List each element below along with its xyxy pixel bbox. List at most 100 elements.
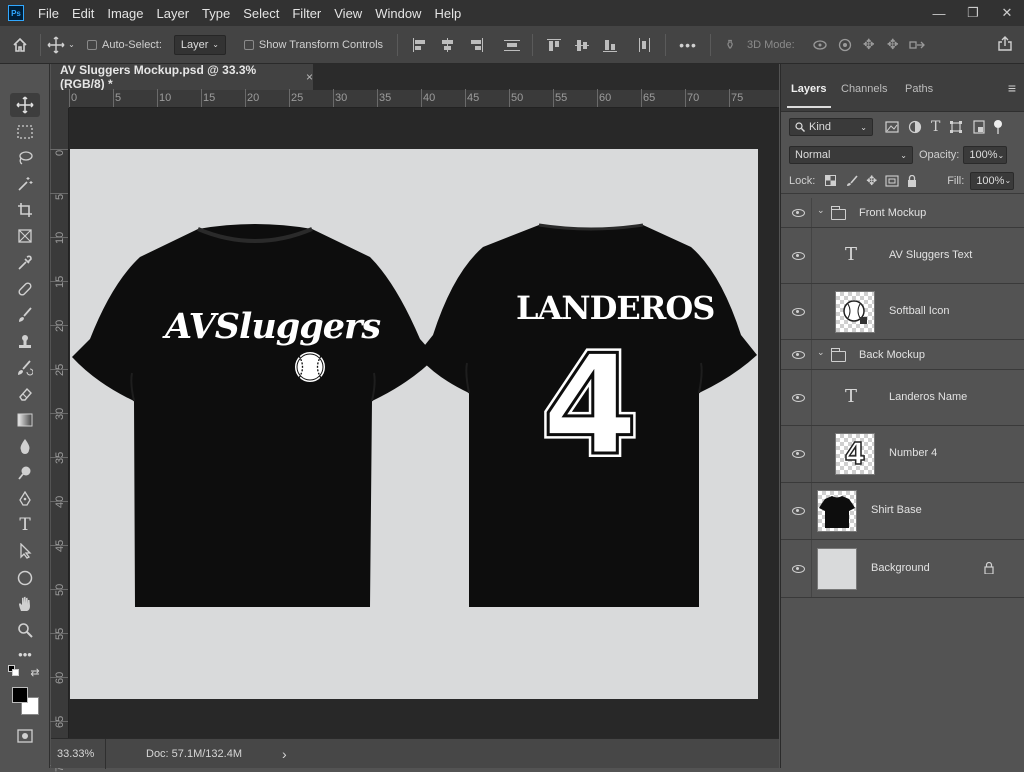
lock-all-icon[interactable] [907,174,917,187]
menu-edit[interactable]: Edit [72,6,94,21]
roll-3d-icon[interactable] [833,38,857,52]
show-transform-checkbox[interactable] [243,39,254,50]
share-icon[interactable] [996,36,1014,52]
marquee-tool-icon[interactable] [10,120,40,144]
layer-row-landeros-name[interactable]: T Landeros Name [781,370,1024,426]
opacity-field[interactable]: 100% ⌄ [963,146,1008,164]
tab-layers[interactable]: Layers [791,83,826,95]
lock-position-icon[interactable]: ✥ [866,173,877,189]
filter-smart-object-icon[interactable] [972,120,986,134]
filter-type-icon[interactable]: T [931,119,940,135]
tab-paths[interactable]: Paths [905,83,933,95]
type-tool-icon[interactable]: T [10,513,40,537]
dodge-tool-icon[interactable] [10,461,40,485]
document-tab[interactable]: AV Sluggers Mockup.psd @ 33.3% (RGB/8) *… [51,63,313,91]
fill-field[interactable]: 100% ⌄ [970,171,1015,190]
slide-3d-icon[interactable]: ✥ [881,36,905,53]
swap-colors-icon[interactable]: ⇄ [28,665,42,679]
visibility-eye-icon[interactable] [791,506,805,516]
blur-tool-icon[interactable] [10,434,40,458]
layer-row-back-mockup[interactable]: ⌄ Back Mockup [781,340,1024,370]
filter-shape-icon[interactable] [949,120,963,134]
layer-row-number-4[interactable]: 4 Number 4 [781,426,1024,483]
layer-row-softball-icon[interactable]: Softball Icon [781,284,1024,340]
auto-select-toggle[interactable]: Auto-Select: [87,39,162,51]
healing-brush-tool-icon[interactable] [10,277,40,301]
history-brush-tool-icon[interactable] [10,356,40,380]
auto-select-checkbox[interactable] [87,39,97,50]
visibility-eye-icon[interactable] [791,350,805,360]
filter-adjustment-icon[interactable] [908,120,922,134]
lasso-tool-icon[interactable] [10,146,40,170]
distribute-horizontal-icon[interactable] [637,37,653,52]
pan-3d-icon[interactable]: ✥ [857,36,881,53]
close-tab-icon[interactable]: × [306,70,313,84]
more-options-icon[interactable]: ••• [678,37,698,53]
visibility-eye-icon[interactable] [791,393,805,403]
move-tool-icon[interactable] [10,93,40,117]
blend-mode-dropdown[interactable]: Normal ⌄ [789,146,913,164]
group-expand-chevron-icon[interactable]: ⌄ [817,347,825,358]
menu-help[interactable]: Help [434,6,461,21]
ruler-origin[interactable] [51,90,69,108]
move-tool-preset-icon[interactable]: ⌄ [41,36,81,54]
menu-view[interactable]: View [334,6,362,21]
restore-button[interactable]: ❐ [956,0,990,26]
pen-tool-icon[interactable] [10,487,40,511]
group-expand-chevron-icon[interactable]: ⌄ [817,205,825,216]
photoshop-logo[interactable]: Ps [8,5,24,21]
gradient-tool-icon[interactable] [10,408,40,432]
hand-tool-icon[interactable] [10,592,40,616]
prevent-auto-nesting-icon[interactable] [885,174,899,187]
layer-lock-icon[interactable] [984,562,994,574]
align-bottom-edges-icon[interactable] [603,38,619,52]
panel-menu-icon[interactable]: ≡ [1008,80,1016,96]
crop-tool-icon[interactable] [10,198,40,222]
orbit-3d-icon[interactable] [807,38,833,52]
filter-toggle-switch[interactable] [994,120,1003,134]
minimize-button[interactable]: — [922,0,956,26]
quick-mask-icon[interactable] [10,724,40,748]
layer-row-av-sluggers-text[interactable]: T AV Sluggers Text [781,228,1024,284]
default-colors-icon[interactable] [8,665,20,677]
kind-filter-dropdown[interactable]: Kind ⌄ [789,118,873,136]
horizontal-ruler[interactable]: 0 5 10 15 20 25 30 35 40 45 50 55 60 65 70 75 [69,89,779,108]
frame-tool-icon[interactable] [10,224,40,248]
align-vertical-centers-icon[interactable] [575,38,591,52]
lock-image-pixels-icon[interactable] [846,174,858,187]
align-left-edges-icon[interactable] [412,37,428,52]
visibility-eye-icon[interactable] [791,251,805,261]
visibility-eye-icon[interactable] [791,449,805,459]
visibility-eye-icon[interactable] [791,307,805,317]
brush-tool-icon[interactable] [10,303,40,327]
vertical-ruler[interactable]: 0510152025303540455055606570 [50,108,69,772]
layer-row-front-mockup[interactable]: ⌄ Front Mockup [781,198,1024,228]
distribute-vertical-icon[interactable] [504,38,521,52]
zoom-tool-icon[interactable] [10,618,40,642]
align-top-edges-icon[interactable] [547,38,563,52]
home-icon[interactable] [0,37,40,53]
show-transform-toggle[interactable]: Show Transform Controls [243,39,383,51]
clone-stamp-tool-icon[interactable] [10,330,40,354]
filter-pixel-icon[interactable] [885,121,899,133]
visibility-eye-icon[interactable] [791,208,805,218]
layer-row-background[interactable]: Background [781,540,1024,598]
status-menu-chevron-icon[interactable]: › [282,746,287,762]
eyedropper-tool-icon[interactable] [10,251,40,275]
close-window-button[interactable]: ✕ [990,0,1024,26]
layer-row-shirt-base[interactable]: Shirt Base [781,483,1024,540]
zoom-level[interactable]: 33.33% [57,748,105,760]
ellipse-tool-icon[interactable] [10,566,40,590]
tab-channels[interactable]: Channels [841,83,887,95]
menu-window[interactable]: Window [375,6,421,21]
menu-type[interactable]: Type [202,6,230,21]
scale-3d-icon[interactable] [905,39,929,51]
menu-select[interactable]: Select [243,6,279,21]
magic-wand-tool-icon[interactable] [10,172,40,196]
lock-transparent-pixels-icon[interactable] [825,175,837,186]
align-right-edges-icon[interactable] [468,37,484,52]
menu-layer[interactable]: Layer [157,6,190,21]
eraser-tool-icon[interactable] [10,382,40,406]
path-selection-tool-icon[interactable] [10,539,40,563]
auto-select-dropdown[interactable]: Layer ⌄ [173,34,226,55]
